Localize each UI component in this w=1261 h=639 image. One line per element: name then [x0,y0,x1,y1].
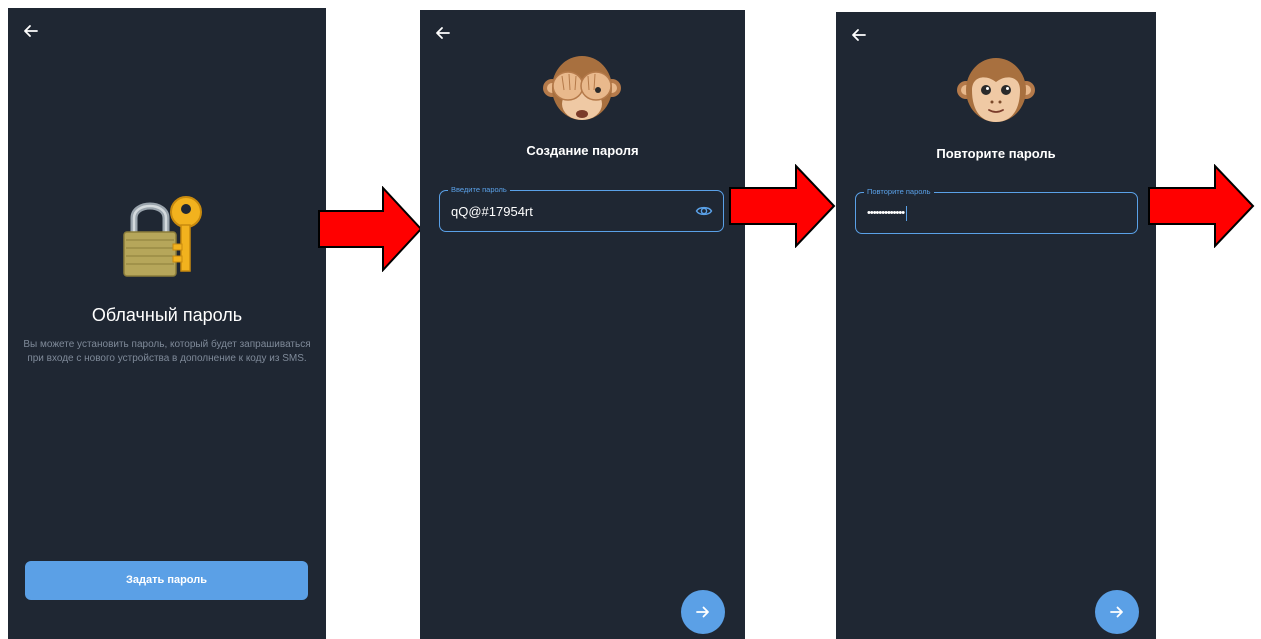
page-title: Создание пароля [526,143,639,158]
set-password-button[interactable]: Задать пароль [25,561,308,600]
back-button[interactable] [432,22,454,44]
description-text: Вы можете установить пароль, который буд… [23,339,311,364]
arrow-left-icon [436,27,450,39]
see-no-evil-monkey-icon [543,56,621,120]
page-title: Повторите пароль [936,146,1056,161]
arrow-right-icon [696,606,709,618]
back-button[interactable] [848,24,870,46]
monkey-face-icon [957,58,1035,122]
lock-with-key-icon [120,192,204,280]
screen-cloud-password: Облачный пароль Вы можете установить пар… [8,8,326,639]
page-title: Облачный пароль [91,305,243,325]
flow-arrow-icon [729,164,836,248]
arrow-left-icon [852,29,866,41]
flow-arrow-icon [1148,164,1255,248]
screen-repeat-password: Повторите пароль Повторите пароль ••••••… [836,12,1156,639]
text-caret [906,205,908,221]
next-button[interactable] [681,590,725,634]
repeat-password-field[interactable]: Повторите пароль ••••••••••••• [855,186,1138,234]
arrow-left-icon [24,25,38,37]
repeat-password-input[interactable]: ••••••••••••• [867,193,908,233]
screen-create-password: Создание пароля Введите пароль qQ@#17954… [420,10,745,639]
password-field[interactable]: Введите пароль qQ@#17954rt [439,184,724,232]
masked-password-text: ••••••••••••• [867,207,905,219]
flow-arrow-icon [318,186,423,272]
password-input[interactable]: qQ@#17954rt [451,191,533,231]
eye-icon[interactable] [695,202,713,220]
next-button[interactable] [1095,590,1139,634]
arrow-right-icon [1110,606,1123,618]
back-button[interactable] [20,20,42,42]
